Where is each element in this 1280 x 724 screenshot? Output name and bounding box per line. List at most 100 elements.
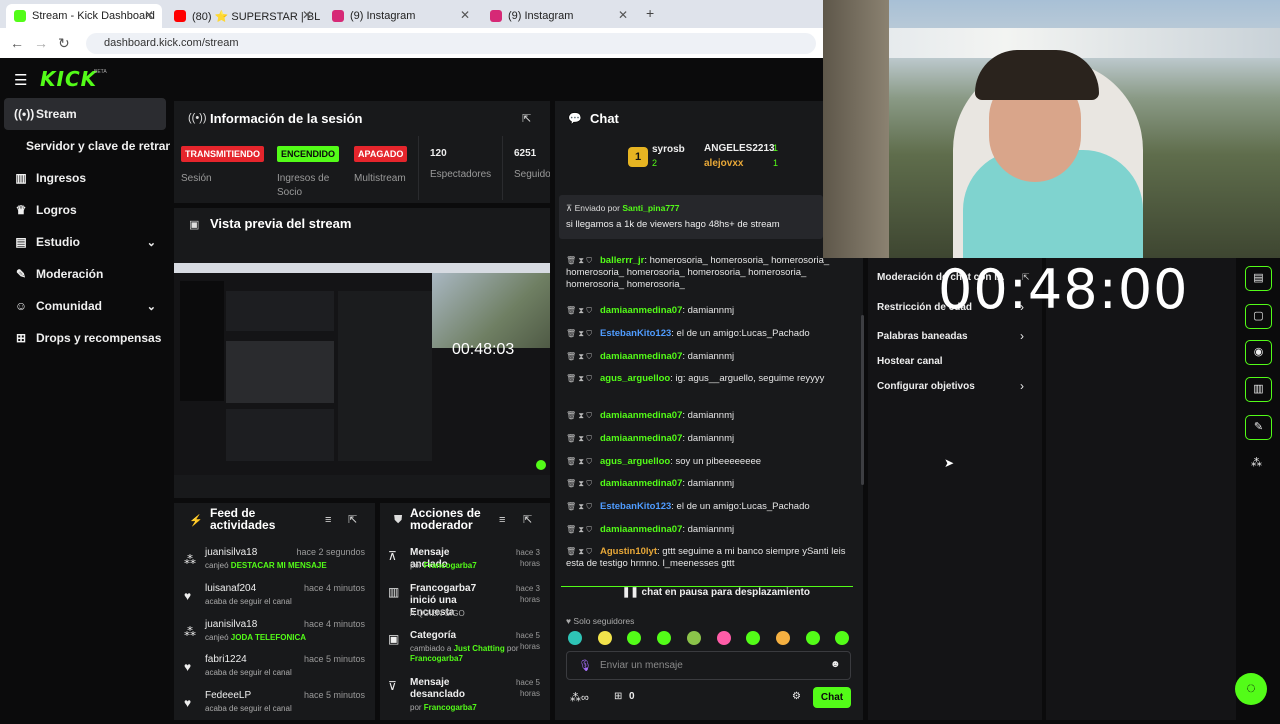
- studio-icon[interactable]: ▥: [1245, 377, 1272, 402]
- feed-item[interactable]: ⁂ juanisilva18 hace 4 minutos canjeó JODA T…: [182, 619, 370, 653]
- help-icon[interactable]: ◌: [1235, 673, 1267, 705]
- close-icon[interactable]: ✕: [618, 8, 628, 22]
- sidebar-item-estudio[interactable]: ▤ Estudio ⌄: [4, 226, 166, 258]
- close-icon[interactable]: ✕: [144, 8, 154, 22]
- feed-user[interactable]: juanisilva18: [205, 619, 257, 630]
- chat-paused-notice[interactable]: ❚❚ chat en pausa para desplazamiento: [622, 587, 810, 598]
- chat-username[interactable]: damiaanmedina07: [600, 433, 682, 444]
- sidebar-item-comunidad[interactable]: ☺ Comunidad ⌄: [4, 290, 166, 322]
- emote-icon[interactable]: [657, 631, 672, 645]
- menu-icon[interactable]: ☰: [14, 71, 27, 89]
- mod-tools-icon[interactable]: 🗑 ⧗ ⛉: [566, 410, 592, 422]
- mod-tools-icon[interactable]: 🗑 ⧗ ⛉: [566, 456, 592, 468]
- chat-message[interactable]: 🗑 ⧗ ⛉ Agustin10lyt: gttt seguime a mi ban…: [566, 546, 851, 570]
- gifter-name[interactable]: ANGELES2213: [704, 143, 775, 154]
- mod-tools-icon[interactable]: 🗑 ⧗ ⛉: [566, 305, 592, 317]
- sidebar-item-stream[interactable]: ((•)) Stream: [4, 98, 166, 130]
- emote-icon[interactable]: [775, 631, 790, 645]
- pinned-user[interactable]: Santi_pina777: [622, 203, 679, 213]
- chat-username[interactable]: damiaanmedina07: [600, 524, 682, 535]
- feed-user[interactable]: FedeeeLP: [205, 690, 251, 701]
- points-icon[interactable]: ⁂∞: [570, 691, 589, 704]
- feed-user[interactable]: juanisilva18: [205, 547, 257, 558]
- feed-item[interactable]: ⁂ juanisilva18 hace 2 segundos canjeó DESTA…: [182, 547, 370, 581]
- wrench-icon[interactable]: ✎: [1245, 415, 1272, 440]
- kick-logo[interactable]: KICK: [40, 67, 97, 91]
- microphone-icon[interactable]: 🎙: [578, 659, 592, 672]
- close-icon[interactable]: ✕: [302, 8, 312, 22]
- gifter-name[interactable]: alejovxx: [704, 158, 743, 169]
- notes-icon[interactable]: ▤: [1245, 266, 1272, 291]
- gifter-name[interactable]: syrosb: [652, 144, 685, 155]
- sidebar-item-moderacion[interactable]: ✎ Moderación: [4, 258, 166, 290]
- chat-username[interactable]: agus_arguelloo: [600, 456, 670, 467]
- feed-user[interactable]: luisanaf204: [205, 583, 256, 594]
- chat-username[interactable]: Agustin10lyt: [600, 546, 657, 557]
- chat-icon[interactable]: ▢: [1245, 304, 1272, 329]
- sidebar-item-ingresos[interactable]: ▥ Ingresos: [4, 162, 166, 194]
- mod-menu-item[interactable]: Palabras baneadas: [877, 331, 968, 342]
- filter-icon[interactable]: ≡: [325, 514, 331, 526]
- feed-item[interactable]: ♥ fabri1224 hace 5 minutos acaba de seguir …: [182, 654, 370, 688]
- chat-username[interactable]: damiaanmedina07: [600, 410, 682, 421]
- emote-icon[interactable]: [686, 631, 701, 645]
- chat-message[interactable]: 🗑 ⧗ ⛉ EstebanKito123: el de un amigo:Luca…: [566, 501, 851, 513]
- chat-message[interactable]: 🗑 ⧗ ⛉ damiaanmedina07: damiannmj: [566, 433, 851, 445]
- chat-username[interactable]: damiaanmedina07: [600, 478, 682, 489]
- close-icon[interactable]: ✕: [460, 8, 470, 22]
- mod-tools-icon[interactable]: 🗑 ⧗ ⛉: [566, 255, 592, 267]
- chat-message[interactable]: 🗑 ⧗ ⛉ ballerrr_jr: homerosoria_ homerosor…: [566, 255, 851, 291]
- browser-tab-instagram[interactable]: (9) Instagram ✕: [324, 4, 478, 28]
- chat-message[interactable]: 🗑 ⧗ ⛉ EstebanKito123: el de un amigo:Luca…: [566, 328, 851, 340]
- mod-tools-icon[interactable]: 🗑 ⧗ ⛉: [566, 478, 592, 490]
- send-chat-button[interactable]: Chat: [813, 687, 851, 708]
- mod-tools-icon[interactable]: 🗑 ⧗ ⛉: [566, 328, 592, 340]
- chat-message[interactable]: 🗑 ⧗ ⛉ damiaanmedina07: damiannmj: [566, 524, 851, 536]
- chat-username[interactable]: damiaanmedina07: [600, 351, 682, 362]
- mod-tools-icon[interactable]: 🗑 ⧗ ⛉: [566, 501, 592, 513]
- filter-icon[interactable]: ≡: [499, 514, 505, 526]
- chat-message[interactable]: 🗑 ⧗ ⛉ agus_arguelloo: soy un pibeeeeeeee: [566, 456, 851, 468]
- emote-icon[interactable]: [805, 631, 820, 645]
- gear-icon[interactable]: ⚙: [792, 691, 801, 702]
- forward-icon[interactable]: →: [34, 35, 48, 51]
- mod-user[interactable]: Francogarba7: [424, 703, 477, 712]
- mod-tools-icon[interactable]: 🗑 ⧗ ⛉: [566, 351, 592, 363]
- url-input[interactable]: dashboard.kick.com/stream: [86, 33, 816, 54]
- mod-tools-icon[interactable]: 🗑 ⧗ ⛉: [566, 433, 592, 445]
- stream-preview-video[interactable]: 00:48:03: [174, 263, 550, 475]
- chat-username[interactable]: ballerrr_jr: [600, 255, 644, 266]
- points-icon[interactable]: ⁂: [1251, 456, 1262, 469]
- feed-user[interactable]: fabri1224: [205, 654, 247, 665]
- new-tab-icon[interactable]: +: [646, 5, 654, 21]
- browser-tab-instagram-2[interactable]: (9) Instagram ✕: [482, 4, 636, 28]
- chat-message[interactable]: 🗑 ⧗ ⛉ damiaanmedina07: damiannmj: [566, 478, 851, 490]
- emote-icon[interactable]: [597, 631, 612, 645]
- emoji-icon[interactable]: ☻: [830, 659, 841, 670]
- sidebar-item-server-key[interactable]: Servidor y clave de retransmisión: [4, 130, 170, 162]
- sidebar-item-drops[interactable]: ⊞ Drops y recompensas: [4, 322, 166, 354]
- browser-tab-youtube[interactable]: (80) ⭐ SUPERSTAR | BLESS ✕: [166, 4, 320, 28]
- feed-item[interactable]: ♥ FedeeeLP hace 5 minutos acaba de seguir e…: [182, 690, 370, 724]
- mod-user[interactable]: Just Chatting: [454, 644, 505, 653]
- mod-tools-icon[interactable]: 🗑 ⧗ ⛉: [566, 373, 592, 385]
- chat-username[interactable]: agus_arguelloo: [600, 373, 670, 384]
- chat-username[interactable]: EstebanKito123: [600, 328, 671, 339]
- emote-icon[interactable]: [716, 631, 731, 645]
- popout-icon[interactable]: ⇱: [348, 513, 357, 526]
- chat-message[interactable]: 🗑 ⧗ ⛉ damiaanmedina07: damiannmj: [566, 410, 851, 422]
- popout-icon[interactable]: ⇱: [523, 513, 532, 526]
- feed-item[interactable]: ♥ luisanaf204 hace 4 minutos acaba de segui…: [182, 583, 370, 617]
- broadcast-icon[interactable]: ◉: [1245, 340, 1272, 365]
- popout-icon[interactable]: ⇱: [522, 112, 531, 125]
- chat-username[interactable]: damiaanmedina07: [600, 305, 682, 316]
- browser-tab-kick[interactable]: Stream - Kick Dashboard ✕: [6, 4, 162, 28]
- chat-message[interactable]: 🗑 ⧗ ⛉ agus_arguelloo: ig: agus__arguello,…: [566, 373, 851, 385]
- chat-scrollbar[interactable]: [861, 315, 864, 485]
- back-icon[interactable]: ←: [10, 35, 24, 51]
- mod-menu-item[interactable]: Hostear canal: [877, 356, 943, 367]
- emote-icon[interactable]: [568, 631, 582, 645]
- mod-menu-item[interactable]: Configurar objetivos: [877, 381, 975, 392]
- mod-tools-icon[interactable]: 🗑 ⧗ ⛉: [566, 546, 592, 558]
- mod-user[interactable]: Francogarba7: [424, 561, 477, 570]
